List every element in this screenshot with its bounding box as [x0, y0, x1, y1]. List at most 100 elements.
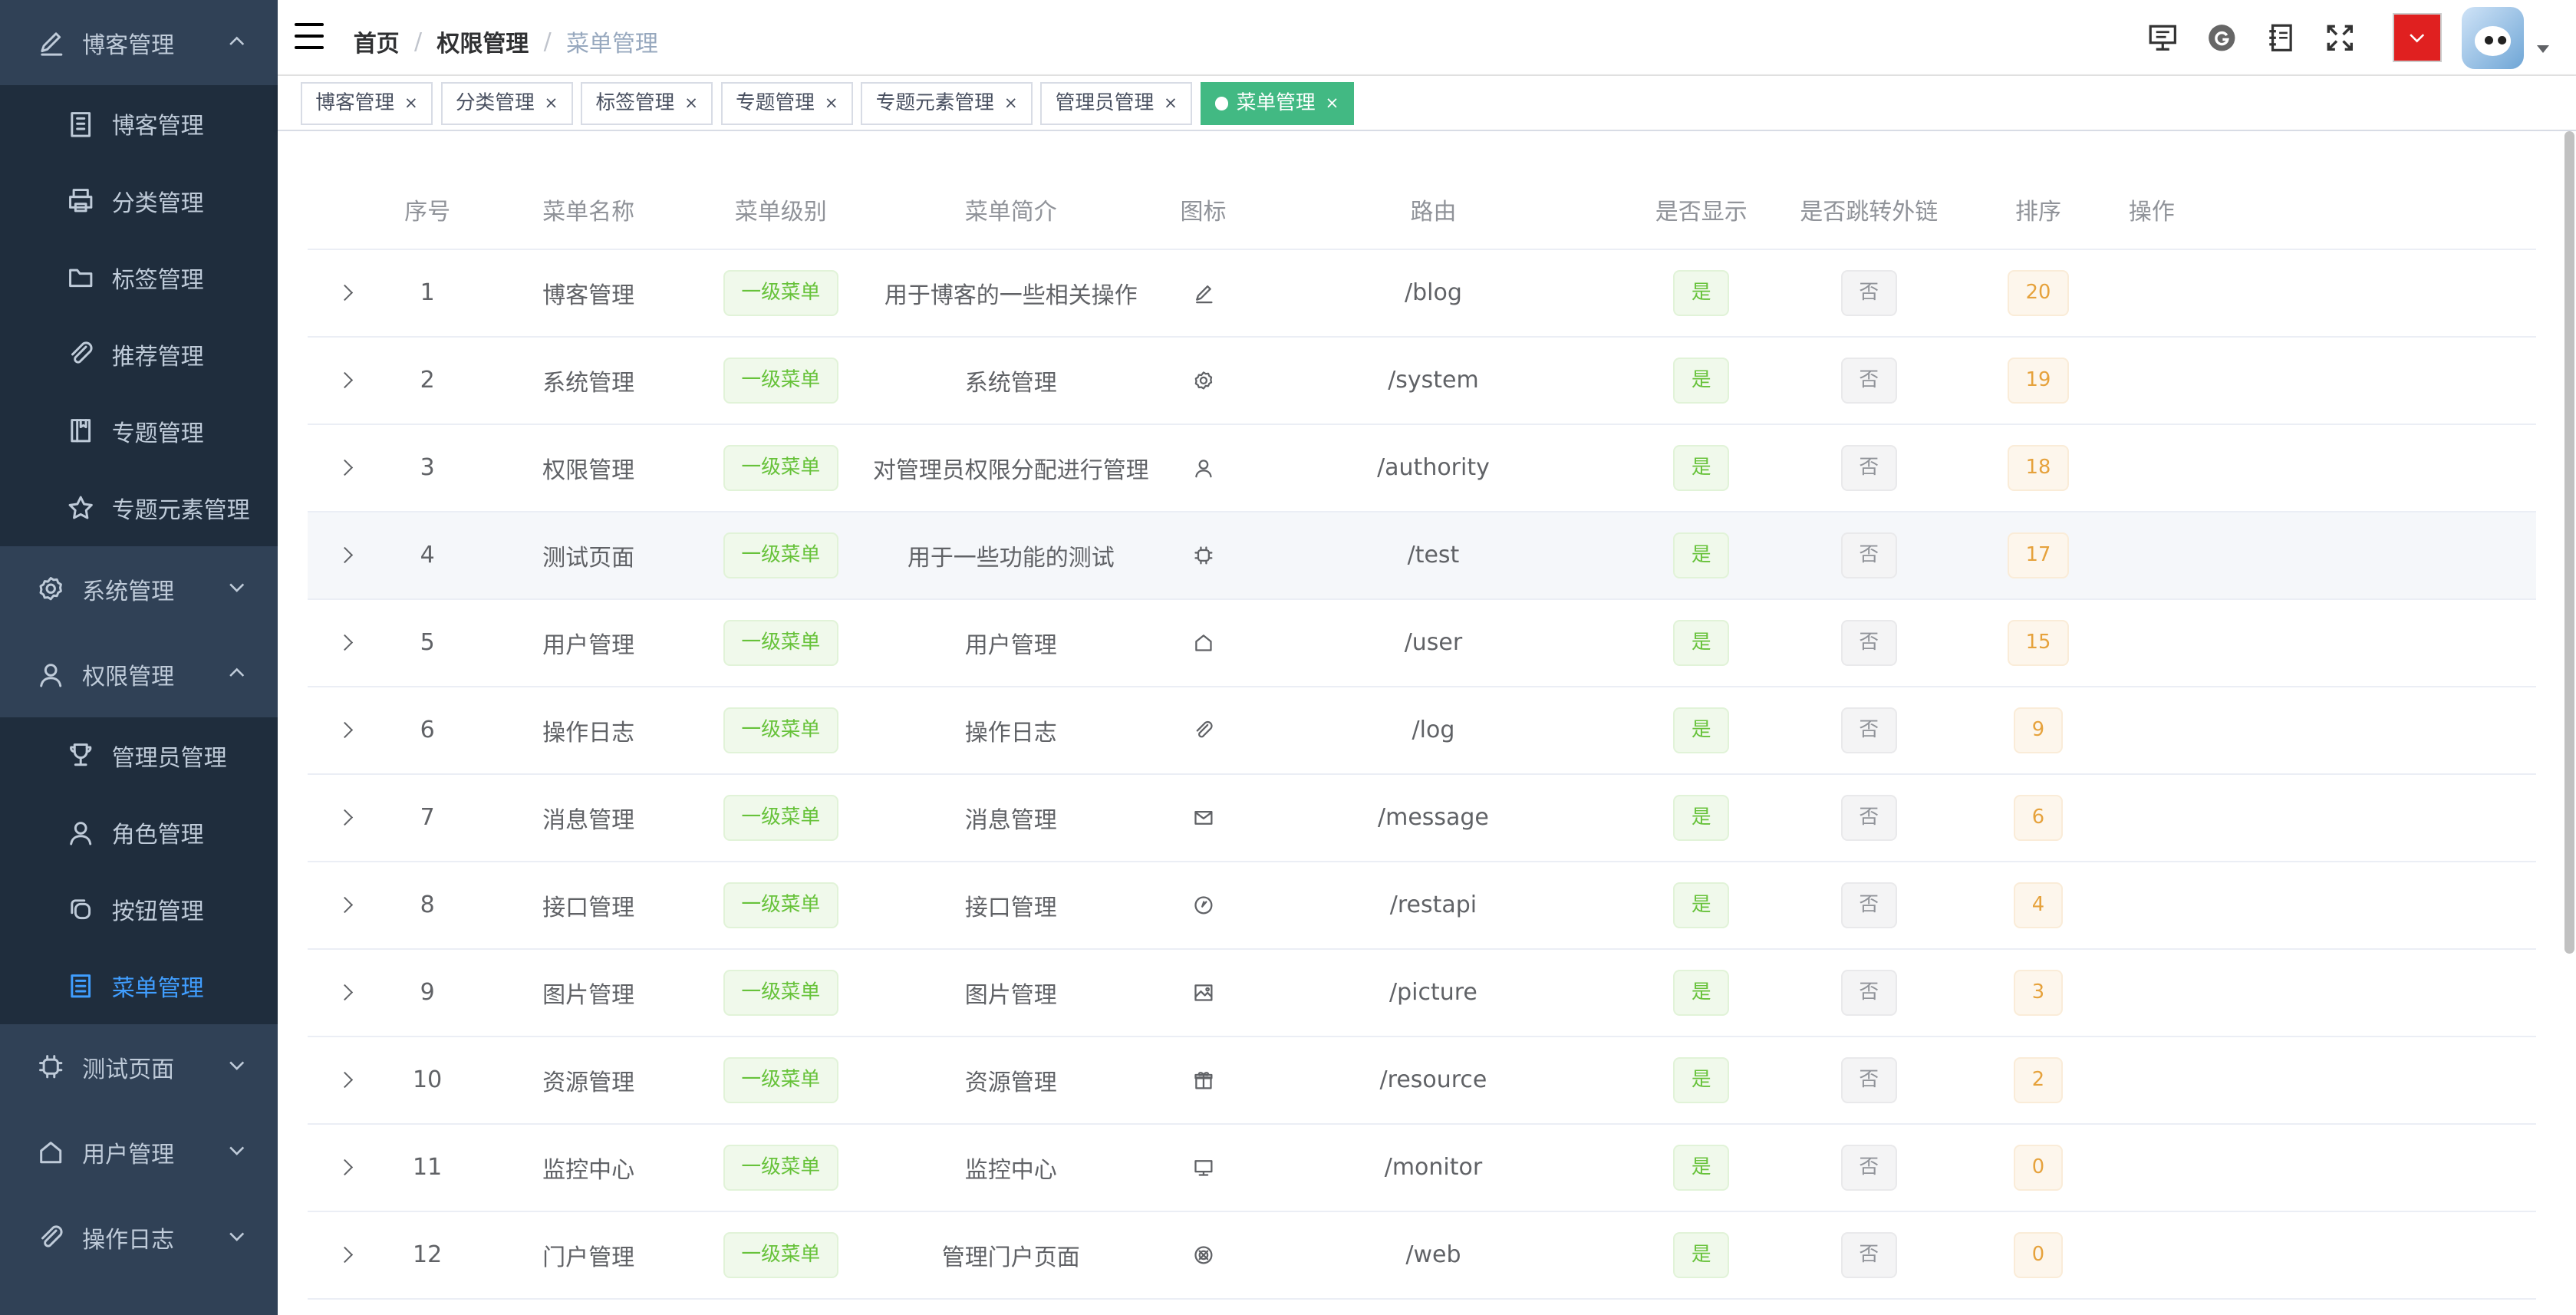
table-row[interactable]: 2 系统管理 一级菜单 系统管理 /system 是 否 19: [307, 338, 2537, 425]
tag-label: 博客管理: [315, 91, 395, 115]
chevron-right-icon[interactable]: [337, 1071, 354, 1089]
tag-item[interactable]: 专题元素管理 ×: [861, 82, 1033, 125]
monitor-icon: [1193, 1157, 1214, 1178]
chevron-right-icon[interactable]: [337, 460, 354, 476]
close-icon[interactable]: ×: [684, 84, 698, 123]
sidebar-item[interactable]: 按钮管理: [0, 871, 278, 948]
scrollbar-thumb[interactable]: [2564, 131, 2574, 954]
table-row[interactable]: 9 图片管理 一级菜单 图片管理 /picture 是 否 3: [307, 950, 2537, 1037]
chevron-right-icon[interactable]: [337, 634, 354, 651]
expand-toggle[interactable]: [308, 984, 384, 1001]
breadcrumb-current: 菜单管理: [565, 31, 658, 58]
expand-toggle[interactable]: [308, 460, 384, 476]
table-row[interactable]: 3 权限管理 一级菜单 对管理员权限分配进行管理 /authority 是 否 …: [307, 425, 2537, 512]
table-row[interactable]: 1 博客管理 一级菜单 用于博客的一些相关操作 /blog 是 否 20: [307, 250, 2537, 338]
expand-toggle[interactable]: [308, 634, 384, 651]
table-row[interactable]: 10 资源管理 一级菜单 资源管理 /resource 是 否 2: [307, 1037, 2537, 1125]
list-icon: [66, 971, 96, 1001]
table-row[interactable]: 12 门户管理 一级菜单 管理门户页面 /web 是 否 0: [307, 1212, 2537, 1300]
cell-show: 是: [1626, 532, 1777, 578]
close-icon[interactable]: ×: [404, 84, 418, 123]
github-icon[interactable]: [2192, 0, 2252, 76]
sidebar-item[interactable]: 角色管理: [0, 794, 278, 871]
sidebar-submenu: 管理员管理 角色管理 按钮管理 菜单管理: [0, 717, 278, 1024]
header-summary: 菜单简介: [964, 199, 1057, 226]
close-icon[interactable]: ×: [1325, 84, 1339, 123]
expand-toggle[interactable]: [308, 722, 384, 739]
sidebar-group[interactable]: 博客管理: [0, 0, 278, 85]
chevron-right-icon[interactable]: [337, 372, 354, 389]
theme-color-picker[interactable]: [2392, 13, 2443, 63]
sidebar-item[interactable]: 专题元素管理: [0, 470, 278, 546]
tag-item[interactable]: 博客管理 ×: [301, 82, 433, 125]
sidebar-item[interactable]: 菜单管理: [0, 948, 278, 1024]
cell-index: 5: [420, 629, 435, 657]
chevron-right-icon[interactable]: [337, 984, 354, 1001]
expand-toggle[interactable]: [308, 1246, 384, 1264]
sidebar-item[interactable]: 推荐管理: [0, 316, 278, 393]
scrollbar[interactable]: [2563, 131, 2576, 1315]
close-icon[interactable]: ×: [825, 84, 838, 123]
table-row[interactable]: 11 监控中心 一级菜单 监控中心 /monitor 是 否 0: [307, 1125, 2537, 1212]
chevron-right-icon[interactable]: [337, 1246, 354, 1264]
breadcrumb-authority[interactable]: 权限管理: [436, 25, 529, 58]
table-row[interactable]: 8 接口管理 一级菜单 接口管理 /restapi 是 否 4: [307, 862, 2537, 950]
cpu-icon: [1193, 545, 1214, 566]
expand-toggle[interactable]: [308, 809, 384, 826]
sidebar-group[interactable]: 权限管理: [0, 631, 278, 717]
cell-show: 是: [1626, 794, 1777, 841]
cell-external: 否: [1777, 707, 1961, 753]
pen-icon: [1193, 282, 1214, 304]
sidebar-group[interactable]: 操作日志: [0, 1195, 278, 1280]
expand-toggle[interactable]: [308, 372, 384, 389]
sort-badge: 6: [2014, 794, 2063, 841]
sidebar-item[interactable]: 标签管理: [0, 239, 278, 316]
sort-badge: 3: [2014, 969, 2063, 1016]
sidebar-item-label: 专题管理: [111, 420, 204, 447]
expand-toggle[interactable]: [308, 1158, 384, 1176]
sidebar-item[interactable]: 管理员管理: [0, 717, 278, 794]
tag-item[interactable]: 管理员管理 ×: [1040, 82, 1193, 125]
close-icon[interactable]: ×: [545, 84, 558, 123]
table-row[interactable]: 6 操作日志 一级菜单 操作日志 /log 是 否 9: [307, 687, 2537, 775]
show-badge: 是: [1673, 1144, 1729, 1191]
sidebar-item[interactable]: 专题管理: [0, 393, 278, 470]
tag-item[interactable]: 分类管理 ×: [440, 82, 573, 125]
caret-down-icon[interactable]: [2537, 45, 2550, 53]
docs-icon[interactable]: [2252, 0, 2311, 76]
chevron-right-icon[interactable]: [337, 1158, 354, 1176]
tag-item[interactable]: 专题管理 ×: [720, 82, 853, 125]
hamburger-icon[interactable]: [294, 22, 324, 50]
chevron-right-icon[interactable]: [337, 285, 354, 302]
sidebar-item[interactable]: 分类管理: [0, 162, 278, 239]
sidebar-group[interactable]: 系统管理: [0, 546, 278, 631]
expand-toggle[interactable]: [308, 547, 384, 564]
sidebar: 博客管理 博客管理 分类管理 标签管理 推荐管理 专题管理 专题元素管理 系统管…: [0, 0, 278, 1315]
table-row[interactable]: 4 测试页面 一级菜单 用于一些功能的测试 /test 是 否 17: [307, 512, 2537, 600]
table-row[interactable]: 7 消息管理 一级菜单 消息管理 /message 是 否 6: [307, 775, 2537, 862]
chevron-right-icon[interactable]: [337, 896, 354, 914]
cell-sort: 20: [1961, 269, 2115, 316]
sidebar-item[interactable]: 博客管理: [0, 85, 278, 162]
fullscreen-icon[interactable]: [2311, 0, 2370, 76]
expand-toggle[interactable]: [308, 1071, 384, 1089]
close-icon[interactable]: ×: [1004, 84, 1018, 123]
breadcrumb-home[interactable]: 首页: [354, 25, 400, 58]
close-icon[interactable]: ×: [1164, 84, 1178, 123]
chevron-right-icon[interactable]: [337, 722, 354, 739]
presentation-icon[interactable]: [2133, 0, 2192, 76]
chevron-right-icon[interactable]: [337, 547, 354, 564]
avatar[interactable]: [2461, 6, 2525, 69]
table-row[interactable]: 5 用户管理 一级菜单 用户管理 /user 是 否 15: [307, 600, 2537, 687]
sidebar-group[interactable]: 测试页面: [0, 1024, 278, 1109]
cell-summary: 操作日志: [964, 719, 1057, 746]
tag-item[interactable]: 标签管理 ×: [581, 82, 713, 125]
external-badge: 否: [1840, 444, 1897, 491]
sort-badge: 0: [2014, 1231, 2063, 1278]
sidebar-item-label: 按钮管理: [111, 898, 204, 925]
sidebar-group[interactable]: 用户管理: [0, 1109, 278, 1195]
expand-toggle[interactable]: [308, 896, 384, 914]
tag-item[interactable]: 菜单管理 ×: [1200, 82, 1354, 125]
expand-toggle[interactable]: [308, 285, 384, 302]
chevron-right-icon[interactable]: [337, 809, 354, 826]
